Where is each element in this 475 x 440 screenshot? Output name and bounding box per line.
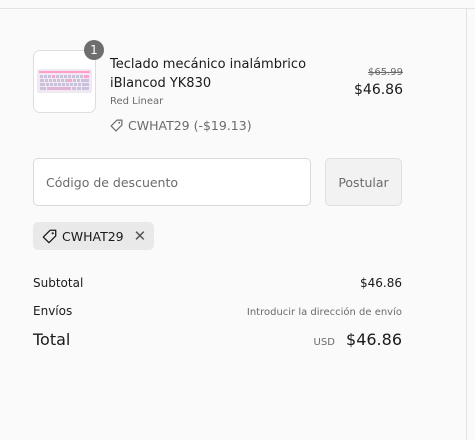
total-label: Total (33, 330, 71, 349)
tag-icon (110, 119, 123, 132)
product-discount-label: CWHAT29 (-$19.13) (128, 118, 252, 133)
subtotal-row: Subtotal $46.86 (33, 276, 402, 290)
shipping-row: Envíos Introducir la dirección de envío (33, 304, 402, 318)
applied-discount-chip: CWHAT29 ✕ (33, 222, 155, 250)
product-discount: CWHAT29 (-$19.13) (110, 118, 252, 133)
subtotal-value: $46.86 (360, 276, 402, 290)
tag-icon (42, 229, 57, 243)
subtotal-label: Subtotal (33, 276, 84, 290)
original-price: $65.99 (368, 67, 403, 78)
currency-code: USD (313, 337, 335, 348)
product-thumbnail (33, 50, 96, 113)
apply-discount-button[interactable]: Postular (325, 158, 402, 206)
panel-divider (466, 8, 467, 440)
applied-discount-code: CWHAT29 (62, 228, 124, 244)
total-value: $46.86 (346, 330, 402, 349)
top-divider (0, 8, 475, 9)
product-variant: Red Linear (110, 96, 164, 107)
shipping-value: Introducir la dirección de envío (246, 307, 402, 318)
product-name: Teclado mecánico inalámbrico iBlancod YK… (110, 57, 307, 91)
keyboard-image-icon (37, 69, 92, 93)
product-price: $46.86 (354, 82, 403, 98)
shipping-label: Envíos (33, 304, 73, 318)
total-row: Total USD $46.86 (33, 330, 402, 349)
remove-discount-icon[interactable]: ✕ (134, 228, 147, 244)
discount-code-input[interactable] (33, 158, 311, 206)
quantity-badge: 1 (84, 40, 104, 60)
